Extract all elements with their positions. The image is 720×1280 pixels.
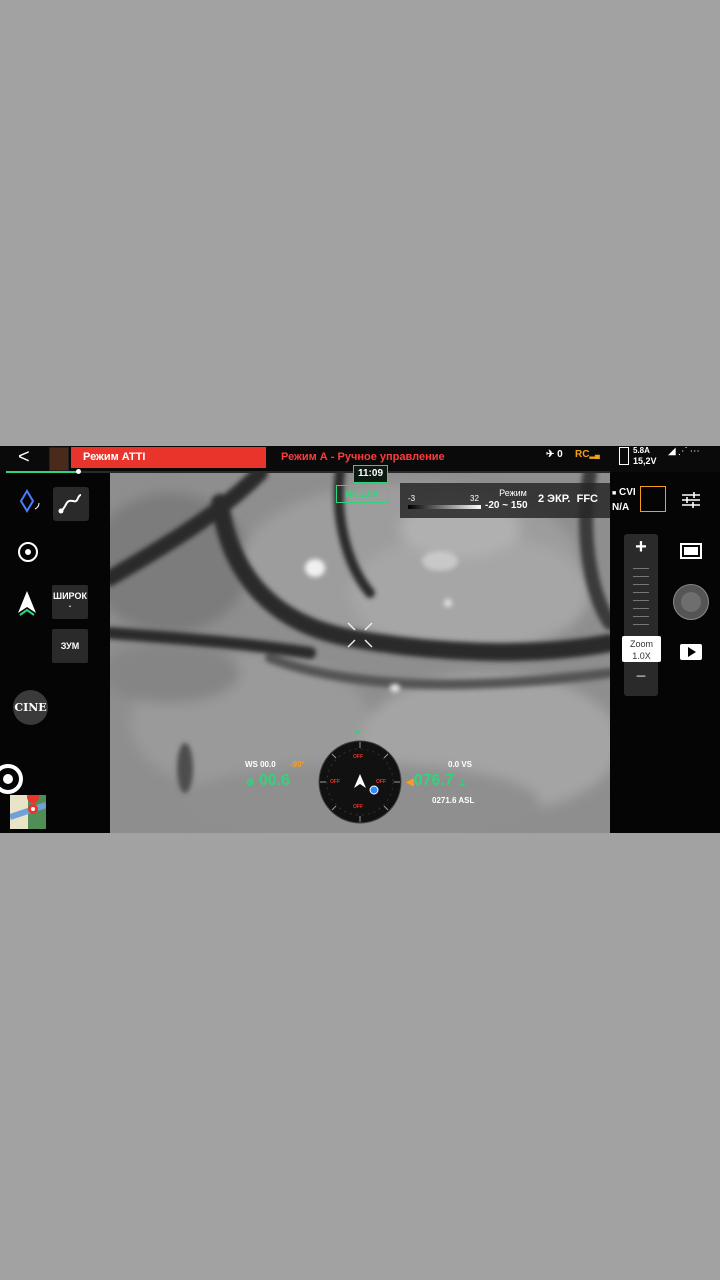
more-icon[interactable]: ⋯: [690, 446, 702, 457]
progress-knob[interactable]: [76, 469, 82, 474]
compass-label-bottom: OFF: [353, 804, 363, 810]
settings-sliders-icon[interactable]: [682, 492, 700, 513]
control-mode-text: Режим А - Ручное управление: [281, 451, 445, 463]
satellite-icon: ✈: [546, 449, 555, 460]
temp-mode-label: Режим: [499, 488, 527, 498]
wide-camera-sub: .: [68, 599, 72, 609]
signal-bars-icon: ▂▄: [589, 452, 600, 459]
altitude-unit-icon: ⊥: [458, 777, 467, 787]
zoom-tick: [633, 592, 649, 593]
battery-current: 5.8A: [633, 446, 650, 455]
zoom-tick: [633, 568, 649, 569]
temp-range: -20 ~ 150: [485, 500, 528, 511]
compass-attitude-indicator: OFF OFF OFF OFF: [318, 740, 402, 824]
rc-signal: RC▂▄: [575, 449, 600, 460]
altitude-marker-icon: ◀: [406, 777, 414, 788]
altitude-value: 076.7: [413, 772, 454, 789]
cvi-status: ■ CVI N/A: [612, 486, 636, 515]
speed-icon: ⊕: [246, 777, 255, 788]
compass-label-top: OFF: [353, 754, 363, 760]
screens-button[interactable]: 2 ЭКР.: [538, 493, 570, 505]
map-icon[interactable]: [9, 791, 47, 829]
poi-icon[interactable]: [17, 541, 39, 568]
zoom-label: Zoom: [629, 639, 653, 649]
back-icon[interactable]: <: [18, 446, 30, 468]
progress-fill: [6, 471, 79, 473]
obstacle-sensing-icon[interactable]: [17, 489, 45, 522]
drone-camera-screen: < Режим ATTI Режим А - Ручное управление…: [0, 446, 720, 833]
target-lock-icon[interactable]: [640, 486, 666, 512]
satellite-count: 0: [557, 449, 563, 460]
zoom-tick: [633, 624, 649, 625]
flight-path-icon[interactable]: [53, 487, 89, 521]
zoom-tick: [633, 584, 649, 585]
rc-label: RC: [575, 449, 590, 460]
temp-min: -3: [408, 494, 416, 503]
home-direction-icon: ▲: [353, 726, 362, 736]
altitude: ◀076.7 ⊥: [406, 772, 466, 790]
battery-icon: [619, 447, 629, 465]
ffc-button[interactable]: FFC: [577, 493, 598, 505]
wide-camera-button[interactable]: ШИРОК .: [52, 585, 88, 619]
gimbal-pitch: -90°: [290, 760, 305, 769]
compass-label-left: OFF: [330, 779, 340, 785]
zoom-out-button[interactable]: −: [624, 666, 658, 687]
lock-icon: ■: [612, 490, 617, 497]
return-home-icon[interactable]: [14, 589, 40, 622]
zoom-level-badge: Zoom 1.0X: [622, 636, 661, 662]
flight-mode-banner[interactable]: Режим ATTI: [71, 447, 266, 468]
horizontal-speed: ⊕ 00.6: [246, 772, 290, 790]
altitude-asl: 0271.6 ASL: [432, 796, 475, 805]
zoom-tick: [633, 600, 649, 601]
screens-ffc: 2 ЭКР. FFC: [538, 493, 598, 505]
cvi-value: N/A: [612, 502, 630, 513]
zoom-tick: [633, 608, 649, 609]
vertical-speed: 0.0 VS: [448, 760, 473, 769]
zoom-slider[interactable]: + −: [624, 534, 658, 696]
cine-mode-button[interactable]: CINE: [13, 690, 48, 725]
signal-icon: ⋰: [677, 446, 690, 457]
playback-icon[interactable]: [680, 644, 702, 660]
zoom-tick: [633, 576, 649, 577]
battery-voltage: 15,2V: [633, 456, 657, 466]
temp-gradient-bar: [408, 505, 481, 509]
zoom-value: 1.0X: [632, 651, 651, 661]
battery-info: 5.8A 15,2V: [633, 446, 657, 466]
zoom-camera-label: ЗУМ: [60, 641, 80, 651]
wind-speed: WS 00.0: [245, 760, 276, 769]
system-status-icons: ◢⋰⋯: [668, 446, 702, 457]
zoom-tick: [633, 616, 649, 617]
shutter-button[interactable]: [673, 584, 709, 620]
flight-progress-bar: [6, 469, 610, 474]
cvi-label: CVI: [619, 487, 636, 498]
compass-label-right: OFF: [376, 779, 386, 785]
thermal-settings-panel[interactable]: -3 32 Режим -20 ~ 150 2 ЭКР. FFC: [400, 483, 610, 518]
media-thumbnail[interactable]: [49, 447, 69, 471]
ir-zoom-indicator[interactable]: ИК 2.0X: [336, 485, 388, 503]
satellite-status: ✈ 0: [546, 449, 563, 460]
speed-value: 00.6: [258, 772, 290, 789]
wifi-icon: ◢: [668, 446, 678, 457]
recording-time: 11:09: [353, 465, 388, 483]
zoom-in-button[interactable]: +: [624, 536, 658, 559]
temp-max: 32: [470, 494, 479, 503]
photo-mode-icon[interactable]: [680, 543, 702, 559]
zoom-camera-button[interactable]: ЗУМ: [52, 629, 88, 663]
